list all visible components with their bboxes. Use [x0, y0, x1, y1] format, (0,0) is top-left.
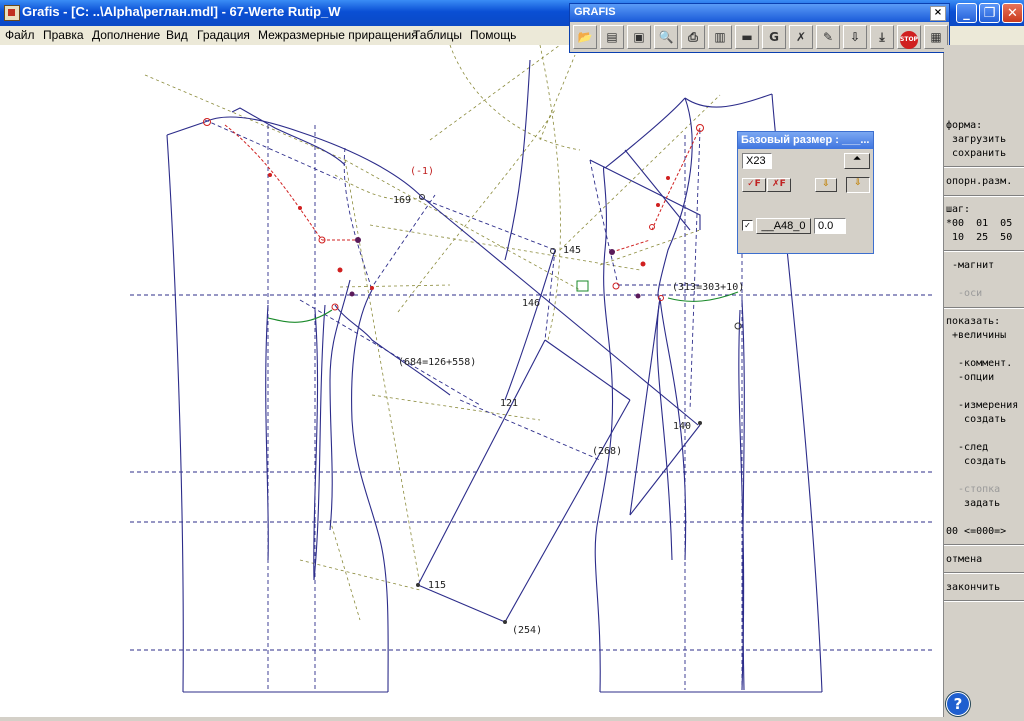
- help-icon[interactable]: ?: [946, 692, 970, 716]
- divider: [944, 572, 1024, 574]
- label-121: 121: [500, 398, 518, 409]
- stop-icon[interactable]: STOP: [897, 25, 921, 49]
- magnet-toggle[interactable]: -магнит: [946, 260, 994, 271]
- close-button[interactable]: ✕: [1002, 3, 1023, 23]
- menu-increments[interactable]: Межразмерные приращения: [258, 28, 418, 42]
- toolbar-close-button[interactable]: ×: [930, 6, 946, 21]
- navigation-control[interactable]: 00 <=000=>: [946, 526, 1006, 537]
- menu-view[interactable]: Вид: [166, 28, 188, 42]
- label-254: (254): [512, 625, 542, 636]
- set-stack-command[interactable]: задать: [946, 498, 1000, 509]
- label-146: 146: [522, 298, 540, 309]
- divider: [944, 250, 1024, 252]
- form-label: форма:: [946, 120, 983, 131]
- toolbar-titlebar[interactable]: GRAFIS ×: [570, 4, 949, 22]
- finish-command[interactable]: закончить: [946, 582, 1000, 593]
- open-file-icon[interactable]: ▤: [600, 25, 624, 49]
- label-684: (684=126+558): [398, 357, 476, 368]
- model-value-field[interactable]: 0.0: [814, 218, 846, 234]
- search-icon[interactable]: 🔍: [654, 25, 678, 49]
- load-command[interactable]: загрузить: [946, 134, 1006, 145]
- menu-addons[interactable]: Дополнение: [92, 28, 160, 42]
- menu-help[interactable]: Помощь: [470, 28, 516, 42]
- divider: [944, 600, 1024, 602]
- accept-size-button[interactable]: ✓F: [742, 178, 766, 192]
- show-label: показать:: [946, 316, 1001, 327]
- base-size-titlebar[interactable]: Базовый размер : ___...: [738, 132, 873, 149]
- stack-toggle[interactable]: -стопка: [946, 484, 1000, 495]
- minimize-button[interactable]: _: [956, 3, 977, 23]
- trace-toggle[interactable]: -след: [946, 442, 988, 453]
- grading-icon[interactable]: G: [762, 25, 786, 49]
- window-title: Grafis - [C: ..\Alpha\реглан.mdl] - 67-W…: [22, 4, 341, 19]
- model-name-button[interactable]: __A48_0: [756, 218, 811, 234]
- label-115: 115: [428, 580, 446, 591]
- base-size-field[interactable]: X23: [742, 153, 772, 169]
- label-313: (313=303+10): [672, 282, 744, 293]
- divider: [944, 195, 1024, 197]
- ruler-icon[interactable]: ▬: [735, 25, 759, 49]
- down-arrow-active-icon[interactable]: ⇩: [846, 177, 870, 193]
- label-minus1: (-1): [410, 166, 434, 177]
- divider: [944, 166, 1024, 168]
- comments-toggle[interactable]: -коммент.: [946, 358, 1012, 369]
- menu-tables[interactable]: Таблицы: [413, 28, 462, 42]
- divider: [944, 307, 1024, 309]
- layers-icon[interactable]: ▥: [708, 25, 732, 49]
- base-size-dialog[interactable]: Базовый размер : ___... X23 ⏶ ✓F ✗F ⇩ ⇩ …: [737, 131, 874, 254]
- measures-toggle[interactable]: -измерения: [946, 400, 1018, 411]
- create-trace-command[interactable]: создать: [946, 456, 1006, 467]
- label-268: (268): [592, 446, 622, 457]
- values-toggle[interactable]: +величины: [946, 330, 1006, 341]
- undo-command[interactable]: отмена: [946, 554, 982, 565]
- divider: [944, 544, 1024, 546]
- command-panel: форма: загрузить сохранить опорн.разм. ш…: [944, 45, 1024, 720]
- grafis-toolbar[interactable]: GRAFIS × 📂 ▤ ▣ 🔍 ⎙ ▥ ▬ G ✗ ✎ ⇩ ⤓ STOP ▦: [569, 3, 950, 53]
- label-140: 140: [673, 421, 691, 432]
- label-145: 145: [563, 245, 581, 256]
- pattern-outline: [166, 59, 823, 693]
- model-checkbox[interactable]: ✓: [742, 220, 753, 231]
- label-169: 169: [393, 195, 411, 206]
- step-label: шаг:: [946, 204, 971, 215]
- delete-icon[interactable]: ✗: [789, 25, 813, 49]
- save-icon[interactable]: ▣: [627, 25, 651, 49]
- base-size-title: Базовый размер : ___...: [741, 134, 870, 146]
- edit-icon[interactable]: ✎: [816, 25, 840, 49]
- red-construction: [224, 124, 701, 253]
- armhole-curves: [267, 291, 739, 323]
- size-up-button[interactable]: ⏶: [844, 153, 870, 169]
- print-icon[interactable]: ⎙: [681, 25, 705, 49]
- axes-toggle[interactable]: -оси: [946, 288, 982, 299]
- options-toggle[interactable]: -опции: [946, 372, 994, 383]
- down-arrow-icon[interactable]: ⇩: [815, 178, 837, 192]
- open-folder-icon[interactable]: 📂: [573, 25, 597, 49]
- restore-button[interactable]: ❐: [979, 3, 1000, 23]
- step-options-row2[interactable]: 10 25 50: [946, 232, 1012, 243]
- toolbar-title: GRAFIS: [574, 6, 616, 18]
- step-options-row1[interactable]: *00 01 05: [946, 218, 1012, 229]
- menu-file[interactable]: Файл: [5, 28, 35, 42]
- grafis-app-icon[interactable]: [4, 5, 20, 21]
- menu-grading[interactable]: Градация: [197, 28, 250, 42]
- ref-size-command[interactable]: опорн.разм.: [946, 176, 1012, 187]
- reject-size-button[interactable]: ✗F: [767, 178, 791, 192]
- create-measure-command[interactable]: создать: [946, 414, 1006, 425]
- save-command[interactable]: сохранить: [946, 148, 1006, 159]
- download-all-icon[interactable]: ⤓: [870, 25, 894, 49]
- download-icon[interactable]: ⇩: [843, 25, 867, 49]
- menu-edit[interactable]: Правка: [43, 28, 84, 42]
